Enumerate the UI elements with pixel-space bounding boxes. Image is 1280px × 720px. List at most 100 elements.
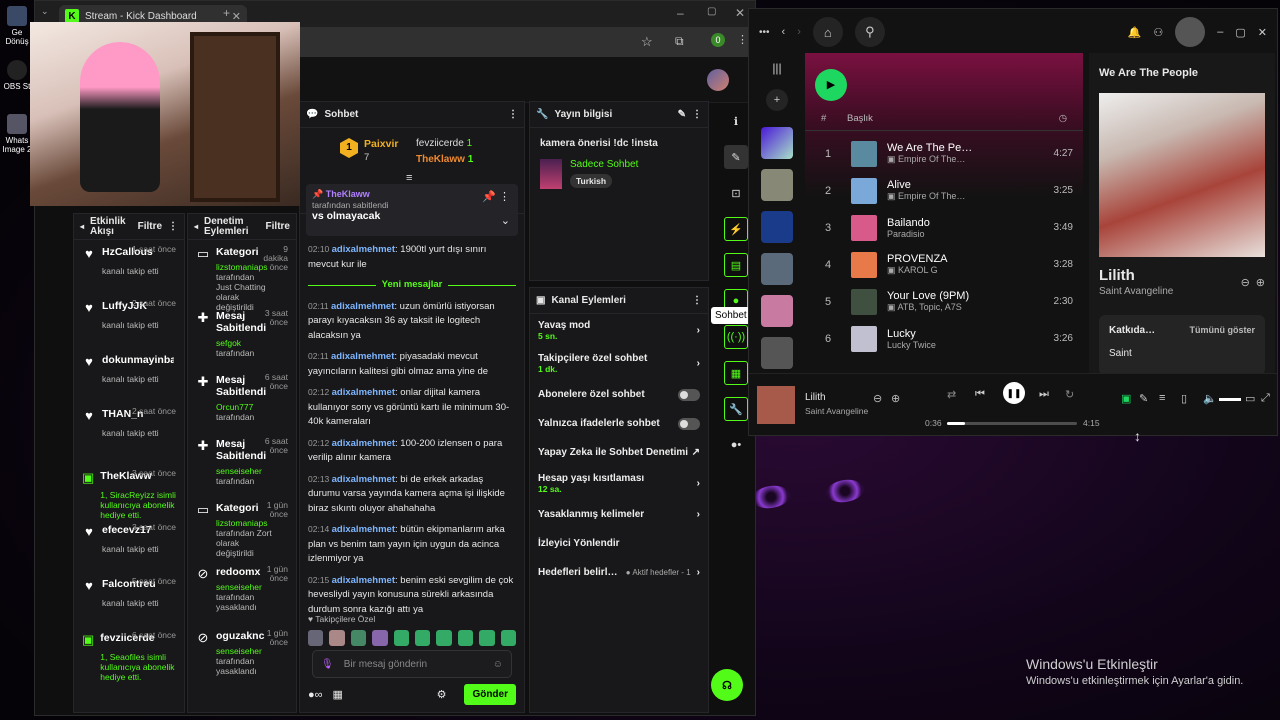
activity-filter-button[interactable]: Filtre	[138, 221, 162, 232]
channel-action[interactable]: Hesap yaşı kısıtlaması 12 sa. ›	[530, 467, 708, 500]
track-artist[interactable]: Paradisio	[887, 229, 1054, 239]
message-user[interactable]: adixalmehmet	[332, 244, 395, 255]
add-icon[interactable]: ⊕	[1256, 276, 1265, 289]
list-item[interactable]: ✚ Mesaj Sabitlendi Orcun777 tarafından 6 sa…	[192, 368, 292, 432]
track-row[interactable]: 3 Bailando Paradisio 3:49	[805, 209, 1083, 246]
npv-artist[interactable]: Saint Avangeline	[1099, 286, 1241, 297]
search-icon[interactable]: ⚲	[854, 17, 885, 47]
player-artist[interactable]: Saint Avangeline	[805, 406, 868, 416]
emote[interactable]	[350, 630, 367, 646]
npv-song-title[interactable]: Lilith	[1099, 267, 1241, 284]
pinned-message[interactable]: 📌 TheKlaww tarafından sabitlendi vs olma…	[306, 184, 518, 236]
close-window-icon[interactable]: ✕	[1258, 26, 1267, 39]
queue-icon[interactable]: ≡	[1159, 392, 1165, 404]
miniplayer-icon[interactable]: ▭	[1245, 392, 1255, 405]
menu-dots-icon[interactable]: •••	[759, 27, 770, 38]
list-item[interactable]: ⊘ redoomx senseiseher tarafından yasakland…	[192, 560, 292, 624]
library-item[interactable]	[761, 253, 793, 285]
lyrics-icon[interactable]: ✎	[1139, 392, 1148, 405]
channel-action[interactable]: Yavaş mod 5 sn. ›	[530, 314, 708, 347]
track-row[interactable]: 5 Your Love (9PM) ▣ ATB, Topic, A7S 2:30	[805, 283, 1083, 320]
emoji-icon[interactable]: ☺	[493, 659, 503, 670]
remove-icon[interactable]: ⊖	[873, 392, 882, 405]
channel-action[interactable]: Takipçilere özel sohbet 1 dk. ›	[530, 347, 708, 380]
message-user[interactable]: adixalmehmet	[332, 387, 395, 398]
emote[interactable]	[372, 630, 388, 646]
play-button[interactable]: ▶	[815, 69, 847, 101]
extension-badge[interactable]: 0	[711, 33, 725, 47]
toggle[interactable]	[678, 417, 700, 430]
bolt-icon[interactable]: ⚡	[724, 217, 748, 241]
top-gifter-1[interactable]: Paixvir	[364, 138, 398, 150]
pause-button[interactable]: ❚❚	[1003, 382, 1025, 404]
add-icon[interactable]: ⊕	[891, 392, 900, 405]
moderation-user[interactable]: lizstomaniaps	[216, 518, 268, 528]
emote[interactable]	[415, 630, 431, 646]
close-window-icon[interactable]: ✕	[735, 6, 745, 20]
emote[interactable]	[436, 630, 452, 646]
list-item[interactable]: ▣ fevziicerde 1, Seaofiles isimli kullanıc…	[78, 626, 180, 688]
emote[interactable]	[500, 630, 517, 646]
devices-icon[interactable]: ▯	[1181, 392, 1187, 405]
shuffle-icon[interactable]: ⇄	[947, 388, 956, 401]
message-user[interactable]: adixalmehmet	[332, 524, 395, 535]
list-item[interactable]: ♥ dokunmayinbana kanalı takip etti	[78, 348, 180, 402]
track-artist[interactable]: ▣ ATB, Topic, A7S	[887, 302, 1054, 313]
document-icon[interactable]: ▤	[724, 253, 748, 277]
track-title[interactable]: Alive	[887, 179, 1054, 191]
minimize-icon[interactable]: –	[1217, 26, 1223, 38]
home-icon[interactable]: ⌂	[812, 17, 843, 47]
toggle[interactable]	[678, 388, 700, 401]
track-artist[interactable]: ▣ Empire Of The…	[887, 154, 1054, 165]
track-row[interactable]: 2 Alive ▣ Empire Of The… 3:25	[805, 172, 1083, 209]
moderation-filter-button[interactable]: Filtre	[266, 221, 290, 232]
track-artist[interactable]: ▣ Empire Of The…	[887, 191, 1054, 202]
chat-message[interactable]: 02:11 adixalmehmet: piyasadaki mevcut ya…	[308, 349, 516, 379]
chat-input[interactable]: 🎙 Bir mesaj gönderin ☺	[312, 650, 512, 678]
edit-icon[interactable]: ✎	[724, 145, 748, 169]
image-desktop-icon[interactable]: Whats Image 2	[2, 114, 32, 154]
progress-bar[interactable]	[947, 422, 1077, 425]
list-item[interactable]: ♥ efecevz17 kanalı takip etti 3 saat önce	[78, 518, 180, 572]
library-item[interactable]	[761, 169, 793, 201]
send-button[interactable]: Gönder	[464, 684, 516, 705]
tab-search-icon[interactable]: ⌄	[41, 6, 49, 17]
library-icon[interactable]: |||	[755, 61, 799, 75]
store-icon[interactable]: ▦	[333, 688, 343, 701]
chat-message[interactable]: 02:12 adixalmehmet: 100-200 izlensen o p…	[308, 436, 516, 466]
track-artist[interactable]: ▣ KAROL G	[887, 265, 1054, 276]
emote[interactable]	[308, 630, 324, 646]
track-row[interactable]: 6 Lucky Lucky Twice 3:26	[805, 320, 1083, 357]
message-user[interactable]: adixalmehmet	[332, 438, 395, 449]
desktop-icon[interactable]: Ge Dönüş	[2, 6, 32, 46]
channel-action[interactable]: Yapay Zeka ile Sohbet Denetimi ↗	[530, 438, 708, 467]
list-item[interactable]: ♥ Falcontreu kanalı takip etti 5 saat önce	[78, 572, 180, 626]
channel-action[interactable]: Yalnızca ifadelerle sohbet	[530, 409, 708, 438]
track-title[interactable]: PROVENZA	[887, 253, 1054, 265]
liked-songs[interactable]	[761, 127, 793, 159]
users-icon[interactable]: ●∞	[308, 689, 323, 701]
list-item[interactable]: ▣ TheKlaww 1, SiracReyizz isimli kullanıcı…	[78, 464, 180, 521]
player-song[interactable]: Lilith	[805, 392, 826, 403]
list-item[interactable]: ▭ Kategori lizstomaniaps tarafından Zort o…	[192, 496, 292, 560]
gear-icon[interactable]: ⚙	[437, 688, 447, 701]
moderation-user[interactable]: Orcun777	[216, 402, 253, 412]
collapse-icon[interactable]: ◂	[80, 222, 84, 231]
remove-icon[interactable]: ⊖	[1241, 276, 1250, 289]
avatar[interactable]	[707, 69, 729, 91]
users-icon[interactable]: ●•	[724, 433, 748, 457]
moderation-user[interactable]: senseiseher	[216, 582, 262, 592]
emote[interactable]	[329, 630, 345, 646]
credit-name[interactable]: Saint	[1109, 348, 1255, 359]
forward-icon[interactable]: ›	[797, 26, 801, 38]
chat-message[interactable]: 02:15 adixalmehmet: benim eski sevgilim …	[308, 573, 516, 618]
volume-slider[interactable]	[1219, 398, 1241, 401]
emote[interactable]	[479, 630, 495, 646]
next-icon[interactable]: ⏭	[1039, 388, 1049, 401]
edit-icon[interactable]: ✎	[678, 109, 686, 120]
chat-message[interactable]: 02:14 adixalmehmet: bütün ekipmanlarım a…	[308, 522, 516, 567]
list-item[interactable]: ♥ HzCallous kanalı takip etti 1 saat önce	[78, 240, 180, 294]
add-icon[interactable]: +	[766, 89, 788, 111]
pinned-menu-icon[interactable]: ⋮	[499, 190, 510, 203]
track-title[interactable]: Lucky	[887, 328, 1054, 340]
